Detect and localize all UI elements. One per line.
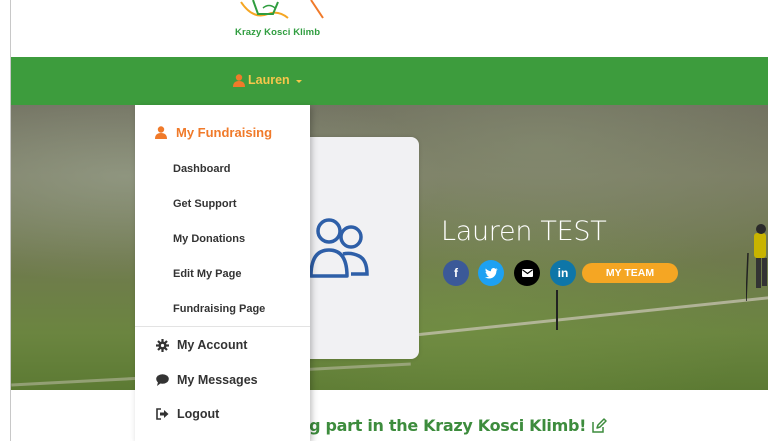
menu-item-my-donations[interactable]: My Donations [173,233,245,245]
menu-item-fundraising-page[interactable]: Fundraising Page [173,303,265,315]
edit-icon[interactable] [591,417,607,434]
email-icon [521,269,533,277]
team-people-icon [309,218,369,278]
menu-item-edit-my-page[interactable]: Edit My Page [173,268,241,280]
user-icon [233,73,245,87]
speech-bubble-icon [155,374,169,386]
menu-item-label: My Account [177,338,248,352]
logo-mountain-icon [240,0,324,19]
linkedin-icon: in [557,266,569,280]
site-header: Krazy Kosci Klimb [11,0,768,57]
hero-trail [391,294,768,339]
menu-item-label: My Fundraising [176,125,273,140]
menu-item-my-messages[interactable]: My Messages [155,373,258,387]
twitter-share-button[interactable] [478,260,504,286]
menu-item-dashboard[interactable]: Dashboard [173,163,230,175]
logo-text[interactable]: Krazy Kosci Klimb [235,27,320,38]
facebook-icon: f [454,266,458,280]
page-frame: Krazy Kosci Klimb Lauren Lauren TEST f i… [10,0,768,441]
hiker-figure [746,224,767,302]
nav-bar: Lauren [11,57,768,105]
menu-item-label: Logout [177,407,220,421]
logout-icon [155,408,169,420]
user-menu-label: Lauren [248,73,290,87]
email-share-button[interactable] [514,260,540,286]
menu-item-my-fundraising[interactable]: My Fundraising [155,125,272,140]
user-menu-toggle[interactable]: Lauren [233,73,302,87]
intro-text-label: ng part in the Krazy Kosci Klimb! [298,416,587,435]
caret-down-icon [295,80,302,83]
linkedin-share-button[interactable]: in [550,260,576,286]
menu-item-my-account[interactable]: My Account [155,338,247,352]
menu-item-get-support[interactable]: Get Support [173,198,237,210]
page-intro-text: ng part in the Krazy Kosci Klimb! [298,416,607,435]
fundraiser-name: Lauren TEST [441,216,607,247]
menu-item-logout[interactable]: Logout [155,407,219,421]
user-dropdown-menu: My Fundraising Dashboard Get Support My … [135,105,310,441]
menu-divider [135,326,310,327]
hero-pole [556,290,558,330]
user-icon [155,126,167,139]
facebook-share-button[interactable]: f [443,260,469,286]
menu-item-label: My Messages [177,373,258,387]
my-team-button[interactable]: MY TEAM [582,263,678,283]
gear-icon [155,338,169,352]
twitter-icon [484,267,497,278]
